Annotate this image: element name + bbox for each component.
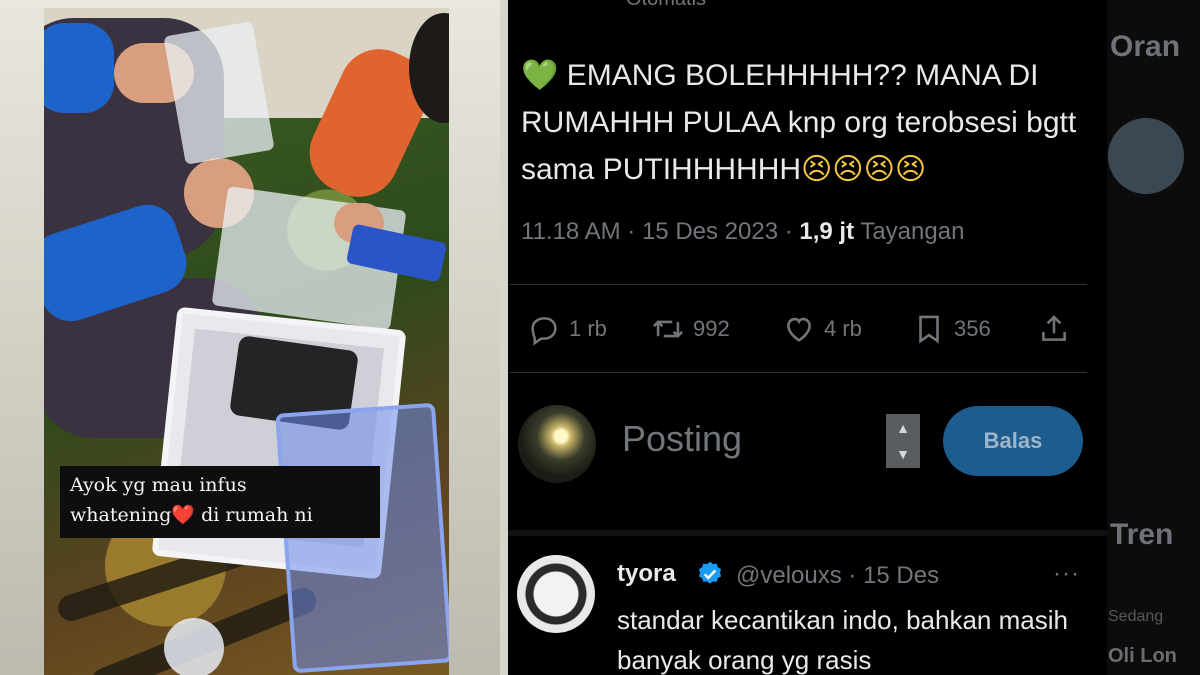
sidebar-trend-context: Sedang xyxy=(1108,608,1164,625)
tweet-body: EMANG BOLEHHHHH?? MANA DI RUMAHHH PULAA … xyxy=(521,59,1077,186)
scroll-control[interactable]: ▲ ▼ xyxy=(886,414,920,468)
story-caption: Ayok yg mau infus whatening❤️ di rumah n… xyxy=(60,466,380,538)
like-action[interactable]: 4 rb xyxy=(782,306,862,352)
sidebar-heading: Oran xyxy=(1110,30,1181,63)
scroll-up-icon[interactable]: ▲ xyxy=(886,420,920,436)
like-count: 4 rb xyxy=(824,316,862,341)
divider xyxy=(510,284,1087,285)
more-options-icon[interactable]: ··· xyxy=(1053,560,1080,588)
persevering-face-icon: 😣😣😣😣 xyxy=(801,153,927,186)
heart-icon: ❤️ xyxy=(171,504,196,526)
reply-author-avatar[interactable] xyxy=(517,555,595,633)
retweet-icon xyxy=(652,320,684,338)
caption-word: di rumah ni xyxy=(195,504,313,526)
caption-word: whatening xyxy=(70,504,172,526)
bottle xyxy=(164,618,224,675)
reply-input[interactable]: Posting xyxy=(622,418,742,460)
verified-badge-icon xyxy=(698,561,722,584)
share-icon xyxy=(1042,315,1066,341)
bookmark-count: 356 xyxy=(954,316,991,341)
bookmark-action[interactable]: 356 xyxy=(912,306,991,352)
green-heart-icon: 💚 xyxy=(521,59,559,92)
views-label: Tayangan xyxy=(854,218,965,245)
tweet-timestamp[interactable]: 11.18 AM · 15 Des 2023 · xyxy=(521,218,799,245)
reply-text: standar kecantikan indo, bahkan masih ba… xyxy=(617,605,1068,675)
caption-line-1: Ayok yg mau infus xyxy=(70,474,247,496)
caption-line-2: whatening❤️ di rumah ni xyxy=(70,500,370,530)
retweet-count: 992 xyxy=(693,316,730,341)
retweet-action[interactable]: 992 xyxy=(651,306,730,352)
sidebar-avatar[interactable] xyxy=(1108,118,1184,194)
reply-count: 1 rb xyxy=(569,316,607,341)
tweet-actions: 1 rb 992 4 rb 356 xyxy=(527,306,1087,352)
sidebar-trends-heading: Tren xyxy=(1110,518,1174,551)
blue-sleeve xyxy=(44,23,114,113)
reply-author-name[interactable]: tyora xyxy=(617,560,676,588)
divider xyxy=(510,372,1087,373)
user-avatar[interactable] xyxy=(518,405,596,483)
clear-box xyxy=(275,402,449,674)
heart-outline-icon xyxy=(787,317,811,342)
divider xyxy=(508,530,1107,536)
reply-author-handle[interactable]: @velouxs · 15 Des xyxy=(736,562,939,590)
right-sidebar xyxy=(1107,0,1200,675)
share-action[interactable] xyxy=(1037,306,1079,352)
sidebar-trend-item[interactable]: Oli Lon xyxy=(1108,645,1177,668)
story-photo xyxy=(44,8,449,675)
scroll-down-icon[interactable]: ▼ xyxy=(886,446,920,462)
view-count: 1,9 jt xyxy=(799,218,855,245)
translation-label: Otomatis xyxy=(626,0,706,11)
bookmark-icon xyxy=(919,315,939,344)
reply-action[interactable]: 1 rb xyxy=(527,306,607,352)
reply-icon xyxy=(531,317,557,346)
reply-button[interactable]: Balas xyxy=(943,406,1083,476)
tweet-meta: 11.18 AM · 15 Des 2023 · 1,9 jt Tayangan xyxy=(521,218,964,246)
tweet-text: 💚 EMANG BOLEHHHHH?? MANA DI RUMAHHH PULA… xyxy=(521,52,1101,193)
